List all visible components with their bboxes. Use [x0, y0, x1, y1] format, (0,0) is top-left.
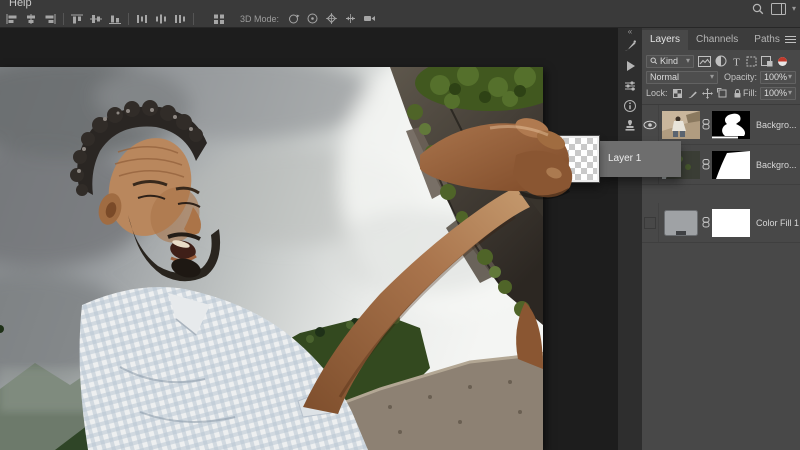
blend-mode-row: Normal ▾ Opacity: 100% ▾	[642, 69, 800, 85]
3d-dolly-icon[interactable]	[361, 12, 377, 26]
opacity-value: 100%	[764, 72, 787, 82]
distribute-horizontal-centers-icon[interactable]	[153, 12, 169, 26]
mask-link-icon[interactable]	[702, 159, 710, 170]
panel-dock: «	[618, 27, 642, 450]
expand-dock-icon[interactable]: «	[618, 27, 642, 36]
info-icon[interactable]	[618, 96, 642, 116]
layer-name: Color Fill 1	[756, 218, 799, 228]
opacity-value-field[interactable]: 100% ▾	[760, 71, 796, 84]
chevron-down-icon: ▾	[686, 57, 690, 65]
lock-artboard-icon[interactable]	[717, 88, 728, 99]
visibility-cell[interactable]	[642, 203, 659, 242]
drag-ghost-transparent-thumbnail[interactable]	[543, 136, 599, 182]
eye-icon[interactable]	[643, 120, 657, 130]
lock-image-pixels-icon[interactable]	[687, 88, 698, 99]
document-canvas[interactable]	[0, 67, 543, 450]
align-vertical-centers-icon[interactable]	[88, 12, 104, 26]
layer-row-background-1[interactable]: Backgro...	[642, 105, 800, 145]
workspace-switcher-icon[interactable]	[771, 2, 787, 16]
mask-link-icon[interactable]	[702, 119, 710, 130]
fill-label: Fill:	[743, 88, 757, 98]
3d-orbit-icon[interactable]	[285, 12, 301, 26]
filter-shape-layers-icon[interactable]	[746, 56, 757, 67]
drag-source-gap	[642, 185, 800, 203]
blend-mode-select[interactable]: Normal ▾	[646, 71, 718, 84]
history-icon[interactable]	[618, 116, 642, 136]
lock-transparent-pixels-icon[interactable]	[672, 88, 683, 99]
layer-mask-thumbnail[interactable]	[712, 151, 750, 179]
layer-name: Backgro...	[756, 160, 797, 170]
layer-thumbnail[interactable]	[662, 111, 700, 139]
layer-name: Backgro...	[756, 120, 797, 130]
chevron-down-icon: ▾	[788, 89, 792, 97]
distribute-right-edges-icon[interactable]	[172, 12, 188, 26]
3d-roll-icon[interactable]	[304, 12, 320, 26]
3d-slide-icon[interactable]	[342, 12, 358, 26]
svg-text:T: T	[733, 56, 740, 67]
panel-tab-bar: Layers Channels Paths	[642, 27, 800, 50]
layers-panel: Layers Channels Paths Kind ▾ T	[642, 27, 800, 450]
menu-item-help[interactable]: Help	[9, 0, 32, 9]
filter-type-layers-icon[interactable]: T	[731, 56, 742, 67]
drag-ghost-label[interactable]: Layer 1	[599, 141, 681, 177]
search-icon[interactable]	[750, 2, 766, 16]
panel-menu-icon[interactable]	[785, 35, 796, 44]
layer-row-color-fill[interactable]: Color Fill 1	[642, 203, 800, 243]
layer-filter-row: Kind ▾ T	[642, 53, 800, 69]
align-left-edges-icon[interactable]	[4, 12, 20, 26]
chevron-down-icon: ▾	[788, 73, 792, 81]
options-separator	[128, 13, 129, 25]
brush-settings-icon[interactable]	[618, 36, 642, 56]
filter-kind-label: Kind	[660, 56, 678, 66]
workspace-chevron-icon[interactable]: ▾	[792, 5, 796, 13]
opacity-label: Opacity:	[724, 72, 757, 82]
lock-all-icon[interactable]	[732, 88, 743, 99]
3d-pan-icon[interactable]	[323, 12, 339, 26]
menu-bar: Help	[0, 0, 800, 10]
fill-layer-swatch[interactable]	[662, 209, 700, 237]
fill-value-field[interactable]: 100% ▾	[760, 87, 796, 100]
layer-mask-thumbnail[interactable]	[712, 111, 750, 139]
blend-mode-value: Normal	[650, 72, 679, 82]
photo-man-climbing-cliff	[0, 67, 543, 450]
3d-mode-label: 3D Mode:	[240, 14, 279, 24]
lock-label: Lock:	[646, 88, 668, 98]
options-separator	[63, 13, 64, 25]
tab-paths[interactable]: Paths	[746, 30, 788, 50]
layer-mask-thumbnail[interactable]	[712, 209, 750, 237]
options-separator	[193, 13, 194, 25]
actions-icon[interactable]	[618, 56, 642, 76]
filter-pixel-layers-icon[interactable]	[698, 56, 711, 67]
distribute-left-edges-icon[interactable]	[134, 12, 150, 26]
mask-link-icon[interactable]	[702, 217, 710, 228]
fill-value: 100%	[764, 88, 787, 98]
visibility-cell[interactable]	[642, 105, 659, 144]
align-bottom-edges-icon[interactable]	[107, 12, 123, 26]
tab-layers[interactable]: Layers	[642, 30, 688, 50]
filter-kind-dropdown[interactable]: Kind ▾	[646, 55, 694, 68]
chevron-down-icon: ▾	[710, 73, 714, 81]
options-bar: 3D Mode:	[0, 10, 800, 28]
align-horizontal-centers-icon[interactable]	[23, 12, 39, 26]
layer-filter-toggle-icon[interactable]	[777, 56, 788, 67]
distribute-spacing-icon[interactable]	[211, 12, 227, 26]
tab-channels[interactable]: Channels	[688, 30, 746, 50]
hidden-eye-slot[interactable]	[644, 217, 656, 229]
lock-position-icon[interactable]	[702, 88, 713, 99]
align-top-edges-icon[interactable]	[69, 12, 85, 26]
lock-row: Lock: Fill: 100% ▾	[642, 85, 800, 101]
align-right-edges-icon[interactable]	[42, 12, 58, 26]
filter-smart-objects-icon[interactable]	[761, 55, 773, 67]
filter-adjustment-layers-icon[interactable]	[715, 55, 727, 67]
adjustments-icon[interactable]	[618, 76, 642, 96]
drag-ghost-text: Layer 1	[608, 153, 641, 164]
